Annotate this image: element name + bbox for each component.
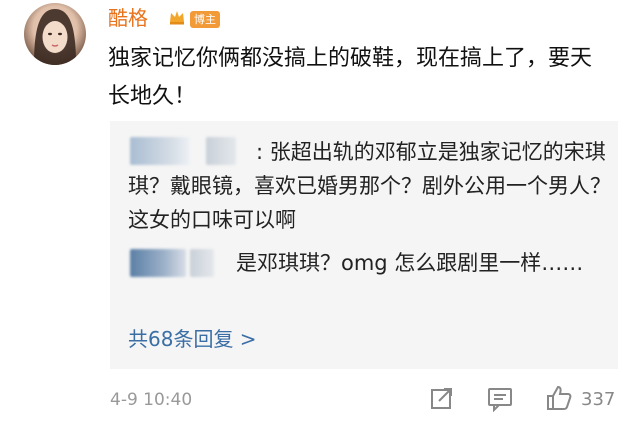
crown-icon [170,11,184,25]
comment-text: : 张超出轨的邓郁立是独家记忆的宋琪琪？戴眼镜，喜欢已婚男那个？剧外公用一个男人… [128,140,611,232]
like-count: 337 [581,389,616,410]
quoted-comments-box[interactable]: : 张超出轨的邓郁立是独家记忆的宋琪琪？戴眼镜，喜欢已婚男那个？剧外公用一个男人… [110,121,618,369]
share-icon[interactable] [428,384,456,412]
comment-icon[interactable] [486,384,514,412]
blogger-badge: 博主 [190,11,220,28]
reply-count-link[interactable]: 共68条回复 > [128,327,257,351]
reply-text: 是邓琪琪？omg 怎么跟剧里一样…… [236,251,584,275]
avatar[interactable] [24,3,86,65]
post-timestamp: 4-9 10:40 [110,390,193,410]
post-text: 独家记忆你俩都没搞上的破鞋，现在搞上了，要天长地久！ [108,46,593,109]
like-icon[interactable] [545,384,573,412]
username[interactable]: 酷格 [108,6,148,30]
